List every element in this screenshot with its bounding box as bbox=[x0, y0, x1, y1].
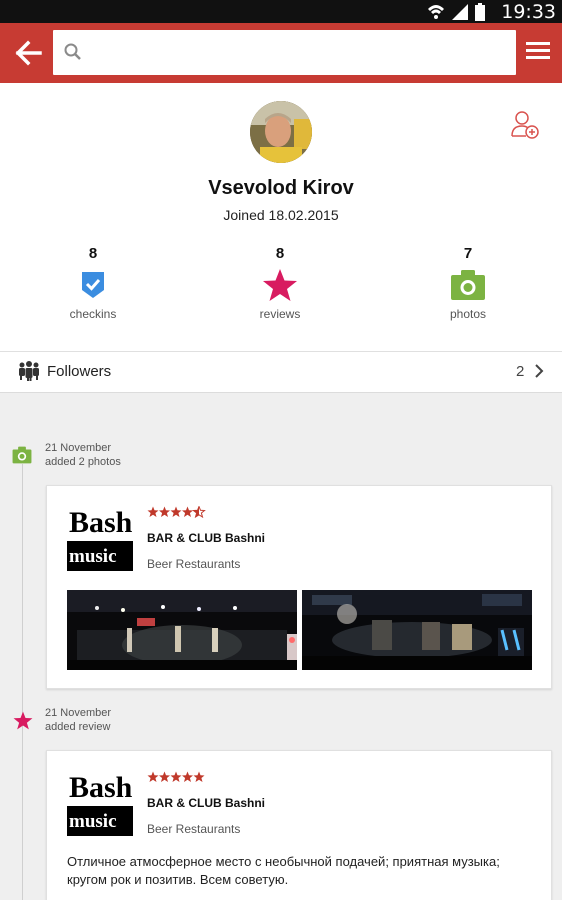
avatar-photo bbox=[250, 101, 312, 163]
venue-photo[interactable] bbox=[302, 590, 532, 670]
people-icon bbox=[19, 361, 39, 381]
event-date: 21 November bbox=[45, 707, 112, 719]
menu-button[interactable] bbox=[526, 42, 552, 64]
venue-logo[interactable]: Bash music bbox=[67, 770, 133, 836]
wifi-icon bbox=[428, 5, 444, 19]
venue-logo-text: music bbox=[69, 546, 117, 567]
status-icons bbox=[428, 3, 485, 21]
back-button[interactable] bbox=[12, 37, 46, 69]
checkins-count: 8 bbox=[88, 245, 98, 262]
chevron-right-icon bbox=[535, 364, 544, 378]
stat-reviews[interactable]: 8 reviews bbox=[220, 245, 340, 321]
venue-category: Beer Restaurants bbox=[147, 822, 241, 836]
status-bar: 19:33 bbox=[0, 0, 562, 23]
photos-label: photos bbox=[449, 307, 487, 321]
event-date: 21 November bbox=[45, 442, 112, 454]
activity-card[interactable]: Bash music BAR & CLUB Bashni Beer Restau… bbox=[46, 485, 552, 689]
venue-logo-text: Bash bbox=[69, 506, 133, 539]
rating-stars bbox=[147, 771, 205, 782]
joined-date: Joined 18.02.2015 bbox=[223, 207, 339, 223]
stat-checkins[interactable]: 8 checkins bbox=[33, 245, 153, 321]
add-person-icon bbox=[511, 111, 539, 139]
star-icon bbox=[263, 269, 297, 301]
signal-icon bbox=[452, 4, 468, 20]
camera-icon bbox=[451, 270, 485, 300]
arrow-left-icon bbox=[15, 40, 42, 66]
review-text: Отличное атмосферное место с необычной п… bbox=[67, 854, 500, 887]
venue-name[interactable]: BAR & CLUB Bashni bbox=[147, 796, 265, 810]
venue-name[interactable]: BAR & CLUB Bashni bbox=[147, 531, 265, 545]
search-icon bbox=[64, 43, 81, 60]
avatar[interactable] bbox=[250, 101, 312, 163]
search-box[interactable] bbox=[53, 30, 516, 75]
add-friend-button[interactable] bbox=[509, 109, 541, 141]
profile-name: Vsevolod Kirov bbox=[208, 177, 354, 199]
photos-count: 7 bbox=[463, 245, 473, 262]
venue-logo-text: music bbox=[69, 811, 117, 832]
venue-logo-text: Bash bbox=[69, 771, 133, 804]
concert-photo bbox=[302, 590, 532, 670]
concert-photo bbox=[67, 590, 297, 670]
followers-count: 2 bbox=[516, 363, 525, 380]
checkin-shield-icon bbox=[82, 272, 104, 298]
toolbar bbox=[0, 23, 562, 83]
status-time: 19:33 bbox=[501, 1, 556, 23]
checkins-label: checkins bbox=[69, 307, 117, 321]
battery-icon bbox=[475, 3, 485, 21]
rating-stars bbox=[147, 506, 206, 518]
activity-card[interactable]: Bash music BAR & CLUB Bashni Beer Restau… bbox=[46, 750, 552, 900]
venue-category: Beer Restaurants bbox=[147, 557, 241, 571]
hamburger-menu-icon bbox=[526, 42, 550, 59]
timeline-line bbox=[22, 464, 23, 900]
star-icon bbox=[13, 711, 33, 730]
search-input[interactable] bbox=[93, 30, 508, 75]
event-action: added review bbox=[45, 721, 111, 733]
event-action: added 2 photos bbox=[45, 456, 121, 468]
reviews-count: 8 bbox=[275, 245, 285, 262]
followers-row[interactable]: Followers 2 bbox=[0, 351, 562, 393]
stat-photos[interactable]: 7 photos bbox=[408, 245, 528, 321]
reviews-label: reviews bbox=[259, 307, 301, 321]
profile-header: Vsevolod Kirov Joined 18.02.2015 8 check… bbox=[0, 83, 562, 393]
venue-logo[interactable]: Bash music bbox=[67, 505, 133, 571]
camera-icon bbox=[12, 446, 32, 464]
followers-label: Followers bbox=[47, 363, 112, 380]
venue-photo[interactable] bbox=[67, 590, 297, 670]
